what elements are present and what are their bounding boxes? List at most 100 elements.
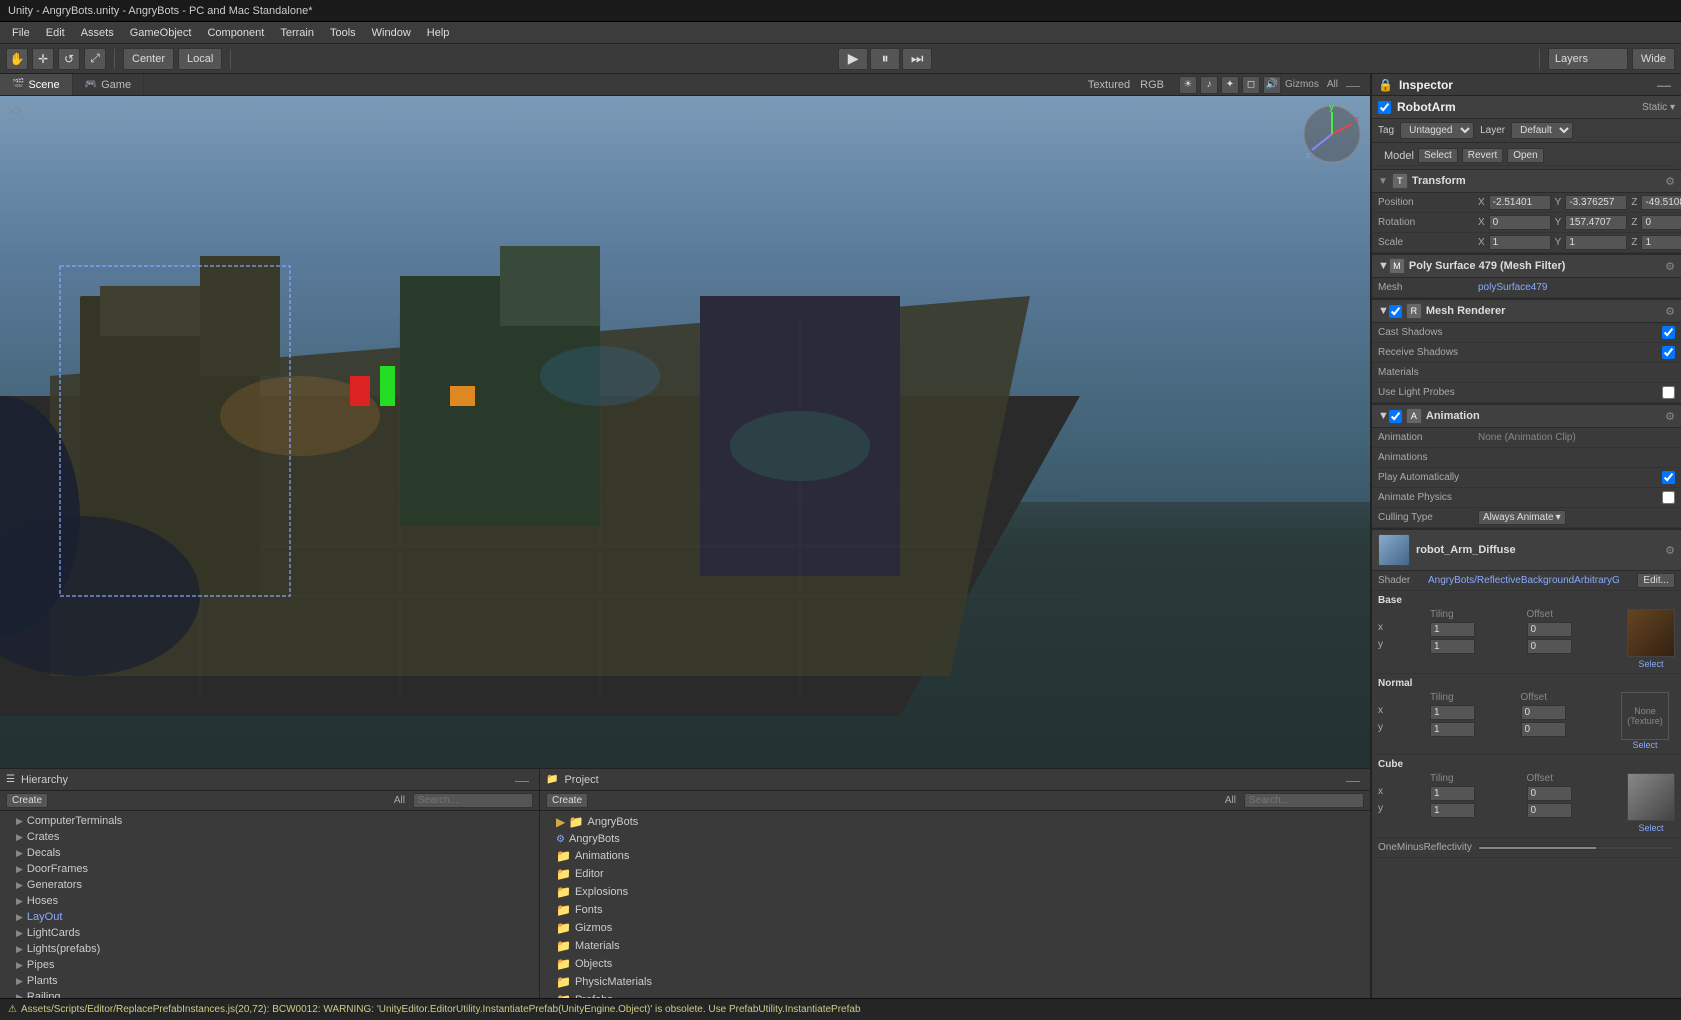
tag-select[interactable]: Untagged bbox=[1400, 122, 1474, 139]
material-settings[interactable]: ⚙ bbox=[1665, 544, 1675, 557]
base-select-btn[interactable]: Select bbox=[1638, 659, 1663, 669]
cube-texture-thumb[interactable] bbox=[1627, 773, 1675, 821]
proj-item-objects[interactable]: 📁Objects bbox=[540, 955, 1370, 973]
normal-none-texture[interactable]: None (Texture) bbox=[1621, 692, 1669, 740]
model-open-btn[interactable]: Open bbox=[1507, 148, 1543, 163]
scene-scene-btn[interactable]: ◻ bbox=[1242, 76, 1260, 94]
view-textured-btn[interactable]: Textured bbox=[1085, 79, 1133, 91]
menu-component[interactable]: Component bbox=[199, 25, 272, 41]
play-btn[interactable]: ▶ bbox=[838, 48, 868, 70]
cube-offset-y[interactable] bbox=[1527, 803, 1572, 818]
view-rgb-btn[interactable]: RGB bbox=[1137, 79, 1167, 91]
rotate-tool-btn[interactable]: ↺ bbox=[58, 48, 80, 70]
mesh-renderer-active[interactable] bbox=[1389, 305, 1402, 318]
mesh-renderer-settings[interactable]: ⚙ bbox=[1665, 305, 1675, 318]
scene-speaker-btn[interactable]: 🔊 bbox=[1263, 76, 1281, 94]
transform-header[interactable]: ▼ T Transform ⚙ bbox=[1372, 170, 1681, 193]
animation-header[interactable]: ▼ A Animation ⚙ bbox=[1372, 403, 1681, 428]
proj-item-explosions[interactable]: 📁Explosions bbox=[540, 883, 1370, 901]
layers-dropdown[interactable]: Layers bbox=[1548, 48, 1628, 70]
tab-scene[interactable]: 🎬 Scene bbox=[0, 74, 73, 95]
use-light-probes-checkbox[interactable] bbox=[1662, 386, 1675, 399]
menu-assets[interactable]: Assets bbox=[73, 25, 122, 41]
hier-item-doorframes[interactable]: ▶DoorFrames bbox=[0, 861, 539, 877]
collapse-arrows[interactable]: >> bbox=[6, 102, 22, 118]
model-revert-btn[interactable]: Revert bbox=[1462, 148, 1503, 163]
normal-tiling-x[interactable] bbox=[1430, 705, 1475, 720]
menu-help[interactable]: Help bbox=[419, 25, 458, 41]
scene-fx-btn[interactable]: ✦ bbox=[1221, 76, 1239, 94]
pos-x-input[interactable] bbox=[1489, 195, 1551, 210]
proj-item-materials[interactable]: 📁Materials bbox=[540, 937, 1370, 955]
proj-item-angrybots-folder[interactable]: ▶ 📁AngryBots bbox=[540, 813, 1370, 831]
hierarchy-search[interactable] bbox=[413, 793, 533, 808]
move-tool-btn[interactable]: ✛ bbox=[32, 48, 54, 70]
cube-offset-x[interactable] bbox=[1527, 786, 1572, 801]
hier-item-computer-terminals[interactable]: ▶ComputerTerminals bbox=[0, 813, 539, 829]
mesh-filter-settings[interactable]: ⚙ bbox=[1665, 260, 1675, 273]
menu-edit[interactable]: Edit bbox=[38, 25, 73, 41]
hier-item-decals[interactable]: ▶Decals bbox=[0, 845, 539, 861]
hier-item-generators[interactable]: ▶Generators bbox=[0, 877, 539, 893]
hier-item-crates[interactable]: ▶Crates bbox=[0, 829, 539, 845]
hier-item-layout[interactable]: ▶LayOut bbox=[0, 909, 539, 925]
mesh-filter-header[interactable]: ▼ M Poly Surface 479 (Mesh Filter) ⚙ bbox=[1372, 253, 1681, 278]
menu-gameobject[interactable]: GameObject bbox=[122, 25, 200, 41]
hier-item-lightcards[interactable]: ▶LightCards bbox=[0, 925, 539, 941]
proj-item-gizmos[interactable]: 📁Gizmos bbox=[540, 919, 1370, 937]
menu-terrain[interactable]: Terrain bbox=[272, 25, 322, 41]
pivot-center-btn[interactable]: Center bbox=[123, 48, 174, 70]
cube-tiling-y[interactable] bbox=[1430, 803, 1475, 818]
project-create-btn[interactable]: Create bbox=[546, 793, 588, 808]
mesh-renderer-header[interactable]: ▼ R Mesh Renderer ⚙ bbox=[1372, 298, 1681, 323]
pos-z-input[interactable] bbox=[1641, 195, 1681, 210]
cube-tiling-x[interactable] bbox=[1430, 786, 1475, 801]
scene-audio-btn[interactable]: ♪ bbox=[1200, 76, 1218, 94]
rot-z-input[interactable] bbox=[1641, 215, 1681, 230]
normal-select-btn[interactable]: Select bbox=[1632, 740, 1657, 750]
culling-value[interactable]: Always Animate ▾ bbox=[1478, 510, 1566, 525]
gizmos-label[interactable]: Gizmos bbox=[1285, 79, 1319, 90]
proj-item-fonts[interactable]: 📁Fonts bbox=[540, 901, 1370, 919]
play-auto-checkbox[interactable] bbox=[1662, 471, 1675, 484]
hierarchy-create-btn[interactable]: Create bbox=[6, 793, 48, 808]
rot-y-input[interactable] bbox=[1565, 215, 1627, 230]
menu-file[interactable]: File bbox=[4, 25, 38, 41]
normal-offset-y[interactable] bbox=[1521, 722, 1566, 737]
scene-viewport[interactable]: x y z >> ☰ Hie bbox=[0, 96, 1370, 998]
proj-item-physicmaterials[interactable]: 📁PhysicMaterials bbox=[540, 973, 1370, 991]
base-tiling-y[interactable] bbox=[1430, 639, 1475, 654]
tab-game[interactable]: 🎮 Game bbox=[73, 74, 144, 95]
inspector-min-btn[interactable]: — bbox=[1653, 77, 1675, 93]
pivot-local-btn[interactable]: Local bbox=[178, 48, 222, 70]
scale-tool-btn[interactable]: ⤢ bbox=[84, 48, 106, 70]
proj-item-prefabs[interactable]: 📁Prefabs bbox=[540, 991, 1370, 998]
animation-active[interactable] bbox=[1389, 410, 1402, 423]
cube-select-btn[interactable]: Select bbox=[1638, 823, 1663, 833]
static-dropdown[interactable]: ▾ bbox=[1670, 102, 1675, 113]
scale-z-input[interactable] bbox=[1641, 235, 1681, 250]
shader-path[interactable]: AngryBots/ReflectiveBackgroundArbitraryG bbox=[1428, 575, 1637, 586]
hier-item-hoses[interactable]: ▶Hoses bbox=[0, 893, 539, 909]
transform-settings[interactable]: ⚙ bbox=[1665, 175, 1675, 188]
rot-x-input[interactable] bbox=[1489, 215, 1551, 230]
animate-physics-checkbox[interactable] bbox=[1662, 491, 1675, 504]
cast-shadows-checkbox[interactable] bbox=[1662, 326, 1675, 339]
hier-item-pipes[interactable]: ▶Pipes bbox=[0, 957, 539, 973]
scene-panel-min[interactable]: — bbox=[1342, 77, 1364, 93]
hier-item-lights-prefabs[interactable]: ▶Lights(prefabs) bbox=[0, 941, 539, 957]
normal-tiling-y[interactable] bbox=[1430, 722, 1475, 737]
proj-item-angrybots-asset[interactable]: ⚙AngryBots bbox=[540, 831, 1370, 847]
step-btn[interactable]: ⏭ bbox=[902, 48, 932, 70]
base-offset-x[interactable] bbox=[1527, 622, 1572, 637]
pause-btn[interactable]: ⏸ bbox=[870, 48, 900, 70]
hier-item-railing[interactable]: ▶Railing bbox=[0, 989, 539, 998]
mesh-value[interactable]: polySurface479 bbox=[1478, 282, 1548, 293]
base-offset-y[interactable] bbox=[1527, 639, 1572, 654]
menu-tools[interactable]: Tools bbox=[322, 25, 364, 41]
hierarchy-min-btn[interactable]: — bbox=[511, 772, 533, 788]
scene-light-btn[interactable]: ☀ bbox=[1179, 76, 1197, 94]
scale-y-input[interactable] bbox=[1565, 235, 1627, 250]
one-minus-slider[interactable] bbox=[1478, 846, 1675, 850]
base-texture-thumb[interactable] bbox=[1627, 609, 1675, 657]
